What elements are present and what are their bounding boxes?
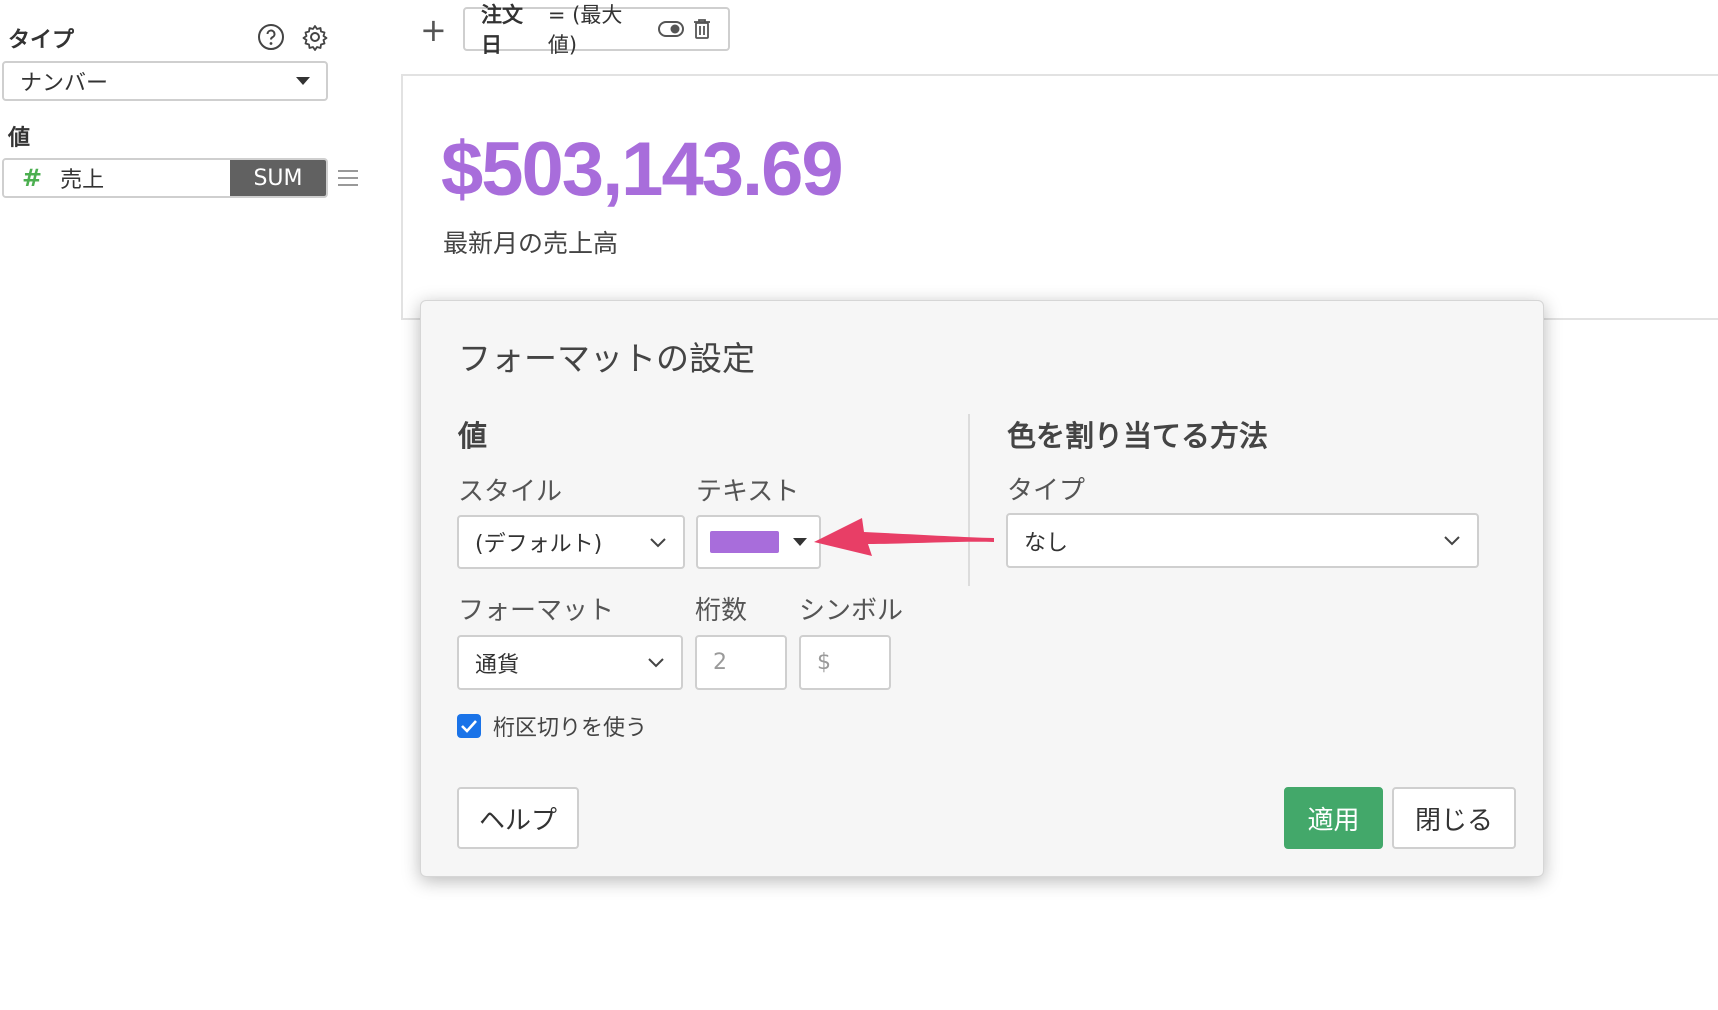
help-button[interactable]: ヘルプ bbox=[457, 787, 579, 849]
add-filter-plus-icon[interactable]: + bbox=[420, 14, 447, 46]
digits-input[interactable]: 2 bbox=[695, 635, 787, 690]
gear-icon[interactable] bbox=[300, 22, 330, 52]
close-button[interactable]: 閉じる bbox=[1392, 787, 1516, 849]
annotation-arrow-icon bbox=[814, 518, 994, 556]
digits-label: 桁数 bbox=[695, 596, 748, 626]
caret-down-icon bbox=[793, 538, 807, 546]
card-value: $503,143.69 bbox=[441, 127, 844, 212]
format-select-value: 通貨 bbox=[475, 652, 520, 678]
caret-down-icon bbox=[296, 77, 310, 85]
card-subtitle: 最新月の売上高 bbox=[443, 229, 619, 258]
chevron-down-icon bbox=[647, 650, 665, 675]
text-color-picker[interactable] bbox=[696, 515, 821, 569]
filter-field-name: 注文日 bbox=[481, 3, 523, 57]
type-label: タイプ bbox=[8, 28, 75, 53]
chart-type-select[interactable]: ナンバー bbox=[2, 61, 328, 101]
filter-condition: = (最大値) bbox=[547, 3, 623, 57]
separator-label: 桁区切りを使う bbox=[493, 716, 648, 741]
number-hash-icon: # bbox=[22, 164, 43, 192]
style-label: スタイル bbox=[458, 477, 563, 507]
toggle-icon[interactable] bbox=[658, 20, 684, 38]
menu-lines-icon[interactable] bbox=[336, 166, 360, 194]
symbol-input[interactable]: $ bbox=[799, 635, 891, 690]
color-section-title: 色を割り当てる方法 bbox=[1007, 419, 1269, 453]
text-label: テキスト bbox=[696, 477, 800, 507]
filter-chip[interactable]: 注文日 = (最大値) bbox=[463, 3, 730, 57]
aggregation-button[interactable]: SUM bbox=[230, 160, 326, 196]
trash-icon[interactable] bbox=[692, 18, 712, 40]
value-label: 値 bbox=[8, 126, 31, 151]
help-circle-icon[interactable] bbox=[256, 22, 286, 52]
chart-type-select-value: ナンバー bbox=[20, 71, 109, 96]
format-select[interactable]: 通貨 bbox=[457, 635, 683, 690]
digits-placeholder: 2 bbox=[713, 650, 727, 675]
separator-checkbox[interactable] bbox=[457, 714, 481, 738]
chevron-down-icon bbox=[649, 530, 667, 555]
style-select[interactable]: (デフォルト) bbox=[457, 515, 685, 569]
check-icon bbox=[461, 720, 477, 733]
color-type-select-value: なし bbox=[1024, 530, 1069, 556]
chevron-down-icon bbox=[1443, 528, 1461, 553]
format-label: フォーマット bbox=[458, 596, 615, 626]
value-section-title: 値 bbox=[458, 419, 488, 453]
color-type-select[interactable]: なし bbox=[1006, 513, 1479, 568]
value-field-name: 売上 bbox=[60, 168, 105, 193]
value-field-pill[interactable]: # 売上 SUM bbox=[2, 158, 328, 198]
color-type-label: タイプ bbox=[1007, 476, 1086, 506]
symbol-placeholder: $ bbox=[817, 650, 831, 675]
dialog-title: フォーマットの設定 bbox=[458, 339, 755, 378]
style-select-value: (デフォルト) bbox=[475, 532, 603, 557]
separator-checkbox-row[interactable]: 桁区切りを使う bbox=[457, 710, 647, 742]
apply-button[interactable]: 適用 bbox=[1284, 787, 1383, 849]
color-swatch bbox=[710, 531, 779, 553]
symbol-label: シンボル bbox=[799, 596, 904, 626]
